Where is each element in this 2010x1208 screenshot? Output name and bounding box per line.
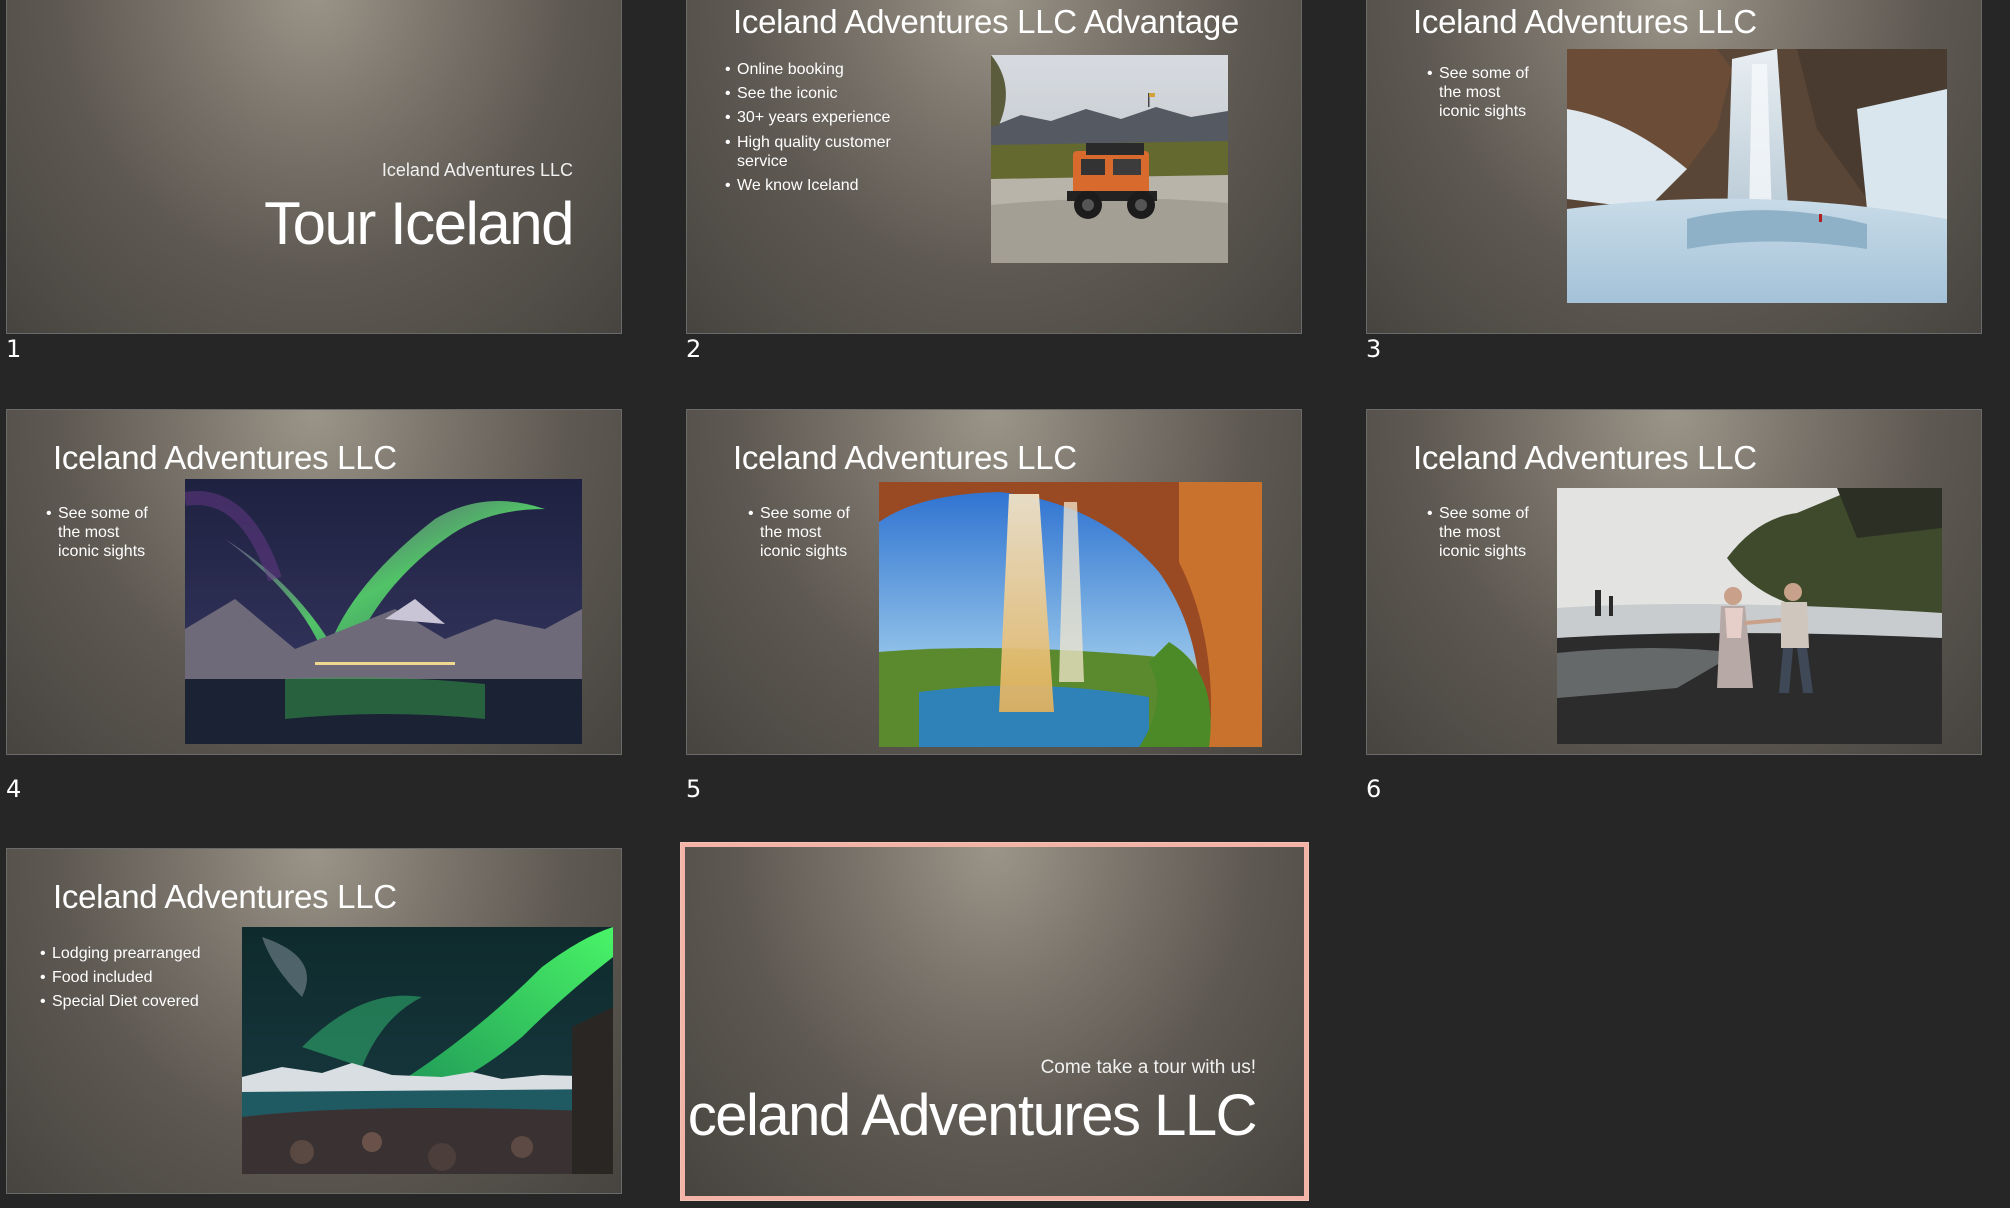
slide-number-1: 1 (6, 335, 22, 363)
slide-thumbnail-8[interactable]: Come take a tour with us! Iceland Advent… (681, 843, 1308, 1200)
slide-7-bullet-1: Lodging prearranged (40, 944, 240, 963)
slide-2-bullet-2: See the iconic (725, 84, 910, 103)
slide-2-bullet-4: High quality customer service (725, 133, 910, 171)
slide-6-bullet-list: See some of the most iconic sights (1427, 504, 1537, 567)
slide-5-cave-waterfall-photo (879, 482, 1262, 747)
slide-5-title: Iceland Adventures LLC (733, 439, 1077, 476)
slide-4-bullet-1: See some of the most iconic sights (46, 504, 156, 562)
slide-5-bullet-1: See some of the most iconic sights (748, 504, 858, 562)
slide-1-subtitle: Iceland Adventures LLC (381, 160, 573, 180)
slide-thumbnail-7[interactable]: Iceland Adventures LLC Lodging prearrang… (6, 848, 622, 1194)
slide-thumbnail-2[interactable]: Iceland Adventures LLC Advantage Online … (686, 0, 1302, 334)
slide-3-bullet-1: See some of the most iconic sights (1427, 64, 1537, 122)
slide-7-title: Iceland Adventures LLC (53, 878, 397, 915)
slide-number-4: 4 (6, 775, 22, 803)
slide-number-3: 3 (1366, 335, 1382, 363)
slide-thumbnail-4[interactable]: Iceland Adventures LLC See some of the m… (6, 409, 622, 755)
slide-thumbnail-6[interactable]: Iceland Adventures LLC See some of the m… (1366, 409, 1982, 755)
slide-7-bullet-2: Food included (40, 968, 240, 987)
slide-7-bullet-3: Special Diet covered (40, 992, 240, 1011)
slide-6-bullet-1: See some of the most iconic sights (1427, 504, 1537, 562)
slide-number-5: 5 (686, 775, 702, 803)
slide-thumbnail-5[interactable]: Iceland Adventures LLC See some of the m… (686, 409, 1302, 755)
slide-4-aurora-photo (185, 479, 582, 744)
slide-2-title: Iceland Adventures LLC Advantage (733, 3, 1239, 40)
slide-number-2: 2 (686, 335, 702, 363)
slide-3-waterfall-photo (1567, 49, 1947, 303)
slide-2-bullet-3: 30+ years experience (725, 108, 910, 127)
slide-2-bullet-1: Online booking (725, 60, 910, 79)
slide-3-bullet-list: See some of the most iconic sights (1427, 64, 1537, 127)
slide-6-couple-beach-photo (1557, 488, 1942, 744)
slide-4-bullet-list: See some of the most iconic sights (46, 504, 156, 567)
slide-7-aurora-coast-photo (242, 927, 613, 1174)
slide-8-title: Iceland Adventures LLC (681, 1083, 1257, 1148)
slide-2-bullet-list: Online booking See the iconic 30+ years … (725, 60, 910, 200)
slide-7-bullet-list: Lodging prearranged Food included Specia… (40, 944, 240, 1017)
slide-6-title: Iceland Adventures LLC (1413, 439, 1757, 476)
slide-sorter-view: Iceland Adventures LLC Tour Iceland 1 Ic… (0, 0, 2010, 1208)
slide-number-6: 6 (1366, 775, 1382, 803)
slide-thumbnail-3[interactable]: Iceland Adventures LLC See some of the m… (1366, 0, 1982, 334)
slide-8-subtitle: Come take a tour with us! (1040, 1057, 1256, 1078)
slide-thumbnail-1[interactable]: Iceland Adventures LLC Tour Iceland (6, 0, 622, 334)
slide-3-title: Iceland Adventures LLC (1413, 3, 1757, 40)
slide-5-bullet-list: See some of the most iconic sights (748, 504, 858, 567)
slide-4-title: Iceland Adventures LLC (53, 439, 397, 476)
slide-2-bullet-5: We know Iceland (725, 176, 910, 195)
slide-1-title: Tour Iceland (264, 190, 574, 257)
slide-2-jeep-photo (991, 55, 1228, 263)
